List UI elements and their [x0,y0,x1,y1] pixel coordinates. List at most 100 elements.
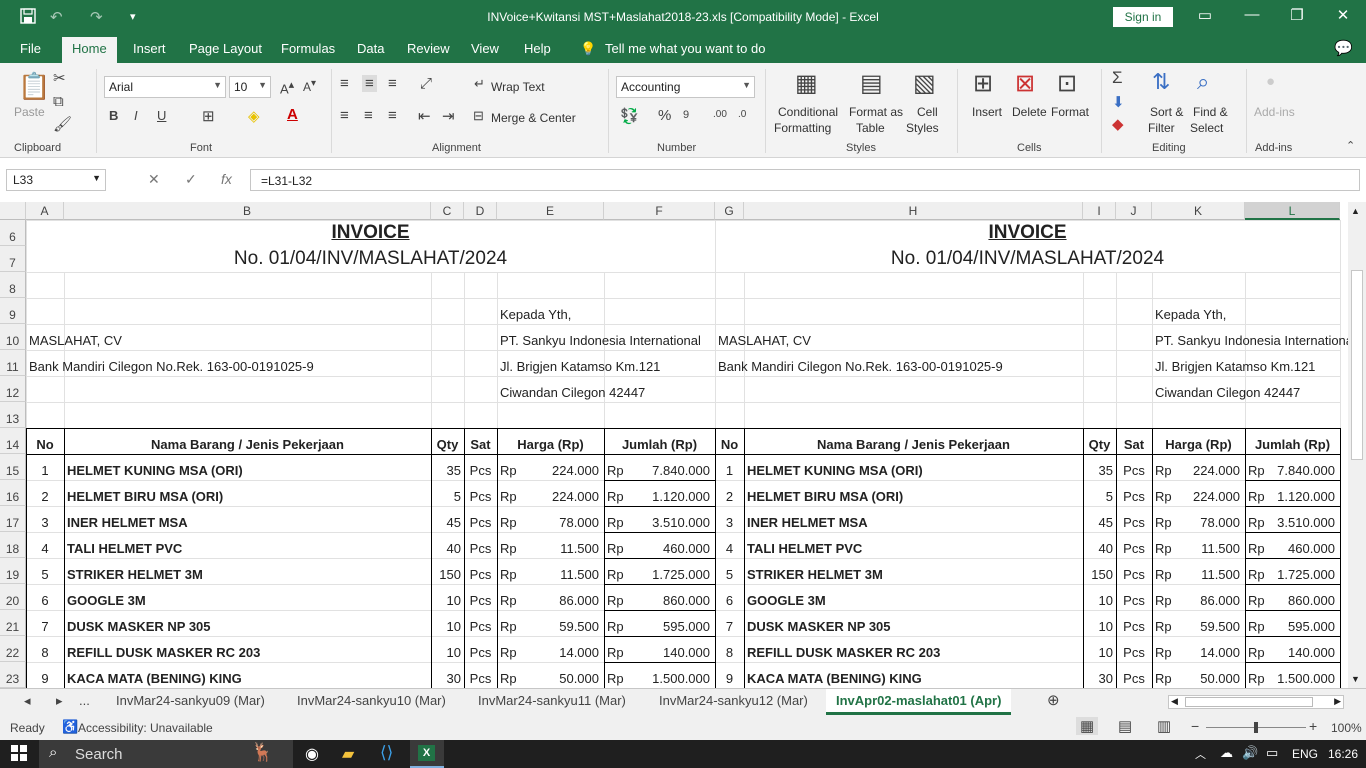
font-color-icon[interactable]: A [287,106,298,123]
column-header[interactable]: I [1083,202,1116,220]
font-size-select[interactable]: 10 ▼ [229,76,271,98]
row-header[interactable]: 19 [0,558,26,584]
row-header[interactable]: 11 [0,350,26,376]
minimize-button[interactable]: — [1237,6,1267,23]
language-indicator[interactable]: ENG [1292,747,1318,761]
fill-color-icon[interactable]: ◈ [248,107,260,125]
page-break-view-icon[interactable]: ▥ [1157,717,1171,735]
row-header[interactable]: 14 [0,428,26,454]
sort-filter-button[interactable]: Filter [1148,121,1175,135]
tab-view[interactable]: View [471,41,499,56]
tab-page-layout[interactable]: Page Layout [189,41,262,56]
decrease-decimal-icon[interactable]: .0 [738,109,746,120]
row-header[interactable]: 17 [0,506,26,532]
column-header[interactable]: L [1245,202,1340,220]
column-header[interactable]: B [64,202,431,220]
scroll-tabs-left-icon[interactable]: ◂ [24,693,31,709]
percent-icon[interactable]: % [658,107,671,124]
scroll-thumb[interactable] [1351,270,1363,460]
spreadsheet-grid[interactable]: A B C D E F G H I J K L 6 7 8 9 10 11 12 13 14 15 16 17 18 19 20 21… [0,202,1348,688]
row-header[interactable]: 13 [0,402,26,428]
copy-icon[interactable]: ⧉ [53,93,64,110]
tab-data[interactable]: Data [357,41,384,56]
decrease-indent-icon[interactable]: ⇤ [418,107,431,125]
column-header[interactable]: A [26,202,64,220]
comma-style-icon[interactable]: 9 [683,109,689,121]
file-explorer-icon[interactable]: ▰ [342,744,354,764]
row-header[interactable]: 12 [0,376,26,402]
enter-icon[interactable]: ✓ [185,171,197,188]
delete-cells-button[interactable]: Delete [1012,105,1047,119]
zoom-out-icon[interactable]: − [1191,718,1199,734]
sheet-tab[interactable]: InvMar24-sankyu12 (Mar) [659,693,808,708]
italic-icon[interactable]: I [134,108,138,123]
row-header[interactable]: 16 [0,480,26,506]
tab-formulas[interactable]: Formulas [281,41,335,56]
clock[interactable]: 16:26 [1328,747,1358,761]
zoom-in-icon[interactable]: + [1309,718,1317,734]
taskbar-search-box[interactable]: ⌕ Search 🦌 [39,740,293,768]
sheet-tab[interactable]: InvMar24-sankyu11 (Mar) [478,693,626,708]
scroll-left-icon[interactable]: ◀ [1171,696,1178,707]
format-as-table-button[interactable]: Table [856,121,885,135]
row-header[interactable]: 9 [0,298,26,324]
zoom-level[interactable]: 100% [1331,721,1362,735]
cut-icon[interactable]: ✂ [53,69,66,87]
sheet-tab[interactable]: InvMar24-sankyu10 (Mar) [297,693,446,708]
scroll-tabs-right-icon[interactable]: ▸ [56,693,63,709]
format-painter-icon[interactable]: 🖌 [53,115,72,133]
align-middle-icon[interactable]: ≡ [362,75,377,92]
align-bottom-icon[interactable]: ≡ [388,75,397,92]
column-header[interactable]: G [715,202,744,220]
tell-me-search[interactable]: Tell me what you want to do [605,41,765,56]
align-top-icon[interactable]: ≡ [340,75,349,92]
row-header[interactable]: 20 [0,584,26,610]
font-name-select[interactable]: Arial ▼ [104,76,226,98]
fill-icon[interactable]: ⬇ [1112,93,1125,111]
column-header[interactable]: J [1116,202,1152,220]
conditional-formatting-label[interactable]: Conditional [778,105,838,119]
sheet-tab-more[interactable]: ... [79,693,90,708]
windows-start-icon[interactable] [11,745,27,764]
insert-cells-button[interactable]: Insert [972,105,1002,119]
align-left-icon[interactable]: ≡ [340,107,349,124]
sheet-tab[interactable]: InvMar24-sankyu09 (Mar) [116,693,265,708]
zoom-slider-thumb[interactable] [1254,722,1258,733]
formula-input[interactable]: =L31-L32 [250,169,1360,191]
cell-styles-label[interactable]: Cell [917,105,938,119]
cancel-icon[interactable]: ✕ [148,171,160,188]
tab-insert[interactable]: Insert [133,41,166,56]
scroll-up-icon[interactable]: ▲ [1351,206,1360,216]
borders-icon[interactable]: ⊞ [202,107,215,125]
sheet-tab-active[interactable]: InvApr02-maslahat01 (Apr) [826,689,1012,715]
column-header[interactable]: K [1152,202,1245,220]
format-as-table-label[interactable]: Format as [849,105,903,119]
tab-review[interactable]: Review [407,41,450,56]
row-header[interactable]: 23 [0,662,26,688]
normal-view-icon[interactable]: ▦ [1076,717,1099,735]
column-header[interactable]: F [604,202,715,220]
chrome-icon[interactable]: ◉ [305,744,319,764]
tab-help[interactable]: Help [524,41,551,56]
increase-indent-icon[interactable]: ⇥ [442,107,455,125]
underline-icon[interactable]: U [157,108,166,123]
sign-in-button[interactable]: Sign in [1113,7,1173,27]
comments-icon[interactable]: 💬 [1334,39,1353,57]
display-icon[interactable]: ▭ [1266,745,1278,761]
scroll-down-icon[interactable]: ▼ [1351,674,1360,684]
row-header[interactable]: 6 [0,220,26,246]
accounting-format-icon[interactable]: 💱 [620,107,639,125]
find-select-label[interactable]: Find & [1193,105,1228,119]
clear-icon[interactable]: ◆ [1112,115,1124,133]
scroll-right-icon[interactable]: ▶ [1334,696,1341,707]
format-cells-button[interactable]: Format [1051,105,1089,119]
maximize-button[interactable]: ❐ [1282,6,1312,24]
row-header[interactable]: 21 [0,610,26,636]
column-header[interactable]: D [464,202,497,220]
sort-filter-label[interactable]: Sort & [1150,105,1183,119]
vscode-icon[interactable]: ⟨⟩ [380,743,393,763]
ribbon-display-icon[interactable]: ▭ [1190,6,1220,24]
autosum-icon[interactable]: Σ [1112,68,1123,88]
tray-chevron-icon[interactable]: ︿ [1195,746,1206,762]
conditional-formatting-button[interactable]: Formatting [774,121,831,135]
